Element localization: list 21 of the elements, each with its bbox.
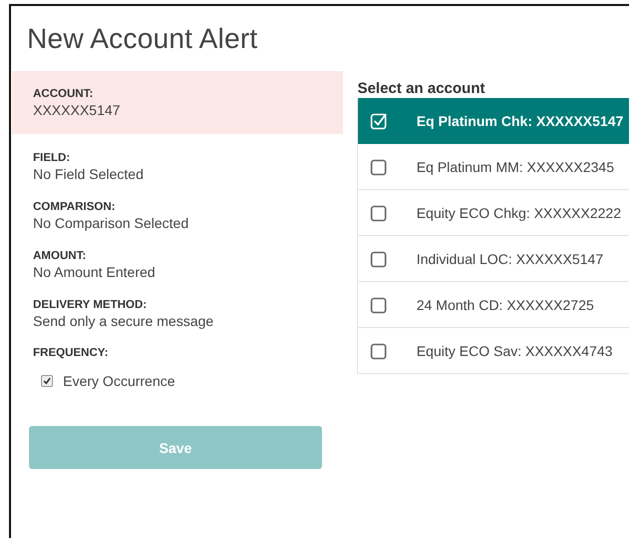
list-heading: Select an account [357,79,486,98]
summary-label: AMOUNT: [33,249,88,263]
summary-value: No Field Selected [33,165,145,183]
summary-label: COMPARISON: [33,200,116,214]
summary-value: XXXXXX5147 [33,101,122,119]
account-name: 24 Month CD: XXXXXX2725 [416,296,594,312]
summary-label: ACCOUNT: [33,87,94,101]
page-title: New Account Alert [26,22,259,56]
account-name: Equity ECO Sav: XXXXXX4743 [416,342,613,358]
account-name: Eq Platinum MM: XXXXXX2345 [416,158,614,174]
summary-label: FREQUENCY: [33,347,110,359]
account-name: Individual LOC: XXXXXX5147 [416,250,604,266]
frequency-option[interactable]: Every Occurrence [41,373,344,389]
summary-label: FIELD: [33,151,72,165]
summary-value: No Comparison Selected [33,214,190,232]
summary-value: No Amount Entered [33,263,156,281]
account-name: Eq Platinum Chk: XXXXXX5147 [416,112,624,128]
summary-value: Send only a secure message [33,312,215,330]
summary-label: DELIVERY METHOD: [33,298,148,312]
account-row[interactable]: Eq Platinum Chk: XXXXXX5147 [358,98,629,144]
account-name: Equity ECO Chkg: XXXXXX2222 [416,204,622,220]
